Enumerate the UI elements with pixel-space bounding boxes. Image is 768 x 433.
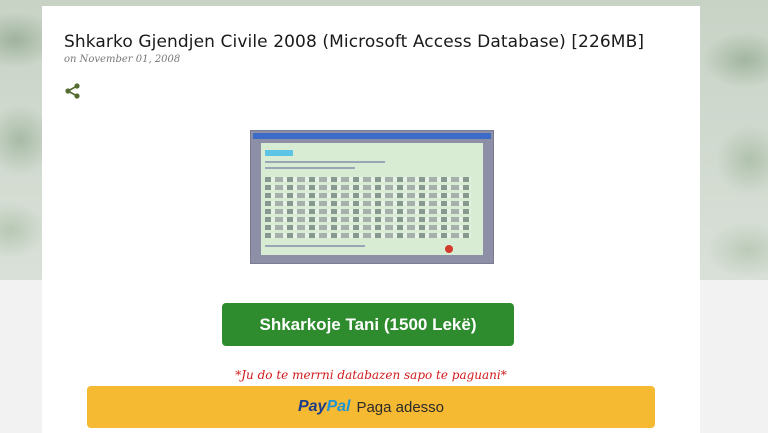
post-card: Shkarko Gjendjen Civile 2008 (Microsoft … [42, 6, 700, 433]
database-screenshot-image [250, 130, 494, 264]
paypal-logo: PayPal [297, 398, 351, 415]
payment-note: *Ju do te merrni databazen sapo te pagua… [235, 368, 507, 382]
post-title: Shkarko Gjendjen Civile 2008 (Microsoft … [64, 32, 645, 52]
share-icon[interactable] [64, 82, 82, 100]
screenshot-titlebar [253, 133, 491, 139]
paypal-button-label: Paga adesso [356, 398, 445, 416]
paypal-button[interactable]: PayPal Paga adesso [87, 386, 655, 428]
post-date: on November 01, 2008 [64, 54, 181, 65]
download-button[interactable]: Shkarkoje Tani (1500 Lekë) [222, 303, 514, 346]
screenshot-form [261, 143, 483, 255]
